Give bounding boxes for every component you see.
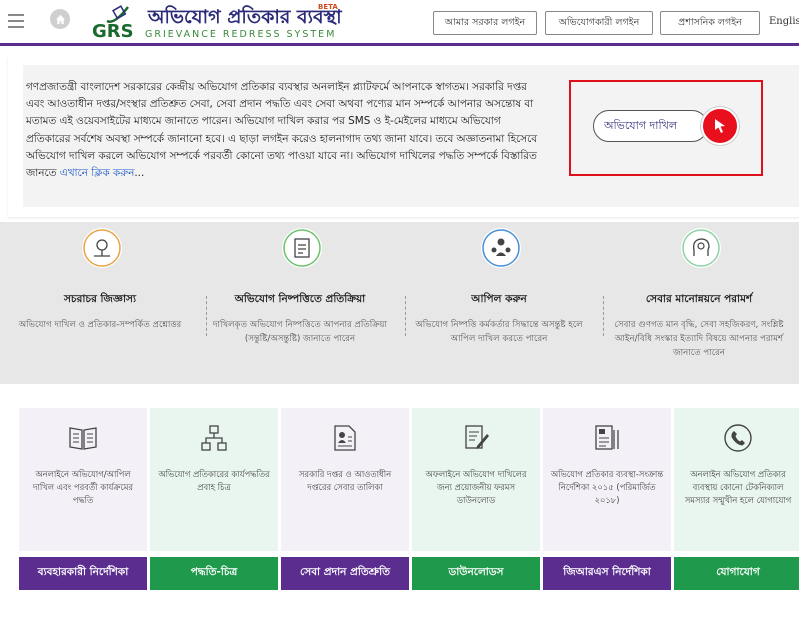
home-icon[interactable]	[50, 9, 70, 29]
lightbulb-head-icon	[681, 228, 721, 268]
card-user-guide[interactable]: অনলাইনে অভিযোগ/আপিল দাখিল এবং পরবর্তী কা…	[19, 408, 147, 590]
card-desc: অনলাইন অভিযোগ প্রতিকার ব্যবস্থায় কোনো ট…	[684, 469, 792, 505]
phone-icon	[720, 420, 756, 456]
service-appeal[interactable]: আপিল করুন অভিযোগ নিষ্পত্তি কর্মকর্তার সি…	[399, 222, 599, 384]
cursor-pointer-icon[interactable]	[701, 107, 739, 145]
card-desc: সরকারি দপ্তর ও আওতাধীন দপ্তরের সেবার তাল…	[298, 469, 392, 492]
flowchart-icon	[196, 420, 232, 456]
service-faq[interactable]: সচরাচর জিজ্ঞাস্য অভিযোগ দাখিল ও প্রতিকার…	[0, 222, 200, 384]
top-header: GRS অভিযোগ প্রতিকার ব্যবস্থা GRIEVANCE R…	[0, 0, 799, 46]
form-edit-icon	[458, 420, 494, 456]
service-suggestion[interactable]: সেবার মানোন্নয়নে পরামর্শ সেবার গুণগত মা…	[599, 222, 799, 384]
map-pin-icon	[82, 228, 122, 268]
welcome-link-suffix: ...	[134, 167, 145, 180]
submit-complaint-highlight: অভিযোগ দাখিল	[569, 80, 763, 176]
service-title: আপিল করুন	[471, 293, 527, 305]
card-desc: অনলাইনে অভিযোগ/আপিল দাখিল এবং পরবর্তী কা…	[33, 469, 133, 505]
grs-guideline-button[interactable]: জিআরএস নির্দেশিকা	[543, 557, 671, 590]
service-desc: অভিযোগ দাখিল ও প্রতিকার-সম্পর্কিত প্রশ্ন…	[18, 320, 182, 330]
welcome-click-here-link[interactable]: এখানে ক্লিক করুন	[60, 167, 135, 179]
service-title: অভিযোগ নিষ্পত্তিতে প্রতিক্রিয়া	[234, 293, 366, 305]
appeal-people-icon	[481, 228, 521, 268]
admin-login-button[interactable]: প্রশাসনিক লগইন	[660, 11, 760, 35]
language-toggle[interactable]: English	[769, 16, 799, 27]
amar-sarkar-login-button[interactable]: আমার সরকার লগইন	[433, 11, 537, 35]
hamburger-menu-icon[interactable]	[8, 14, 24, 28]
resource-cards: অনলাইনে অভিযোগ/আপিল দাখিল এবং পরবর্তী কা…	[0, 396, 799, 592]
welcome-text: গণপ্রজাতন্ত্রী বাংলাদেশ সরকারের কেন্দ্রী…	[26, 79, 544, 182]
logo-grs-text: GRS	[92, 21, 134, 42]
card-downloads[interactable]: অফলাইনে অভিযোগ দাখিলের জন্য প্রয়োজনীয় …	[412, 408, 540, 590]
service-desc: সেবার গুণগত মান বৃদ্ধি, সেবা সহজিকরণ, সং…	[614, 320, 784, 358]
user-guide-button[interactable]: ব্যবহারকারী নির্দেশিকা	[19, 557, 147, 590]
beta-badge: BETA	[318, 3, 338, 11]
service-desc: অভিযোগ নিষ্পত্তি কর্মকর্তার সিদ্ধান্তে অ…	[415, 320, 583, 344]
service-desc: দাখিলকৃত অভিযোগ নিষ্পত্তিতে আপনার প্রতিক…	[213, 320, 387, 344]
card-body: সরকারি দপ্তর ও আওতাধীন দপ্তরের সেবার তাল…	[281, 408, 409, 551]
card-body: অভিযোগ প্রতিকার ব্যবস্থা-সংক্রান্ত নির্দ…	[543, 408, 671, 551]
book-icon	[65, 420, 101, 456]
service-title: সচরাচর জিজ্ঞাস্য	[64, 293, 136, 305]
citizen-charter-button[interactable]: সেবা প্রদান প্রতিশ্রুতি	[281, 557, 409, 590]
services-band: সচরাচর জিজ্ঞাস্য অভিযোগ দাখিল ও প্রতিকার…	[0, 222, 799, 384]
card-citizen-charter[interactable]: সরকারি দপ্তর ও আওতাধীন দপ্তরের সেবার তাল…	[281, 408, 409, 590]
service-feedback[interactable]: অভিযোগ নিষ্পত্তিতে প্রতিক্রিয়া দাখিলকৃত…	[200, 222, 400, 384]
guideline-document-icon	[589, 420, 625, 456]
document-user-icon	[327, 420, 363, 456]
process-flow-button[interactable]: পদ্ধতি-চিত্র	[150, 557, 278, 590]
grs-logo[interactable]: GRS অভিযোগ প্রতিকার ব্যবস্থা GRIEVANCE R…	[92, 3, 352, 43]
logo-subtitle: GRIEVANCE REDRESS SYSTEM	[145, 29, 337, 40]
submit-complaint-button[interactable]: অভিযোগ দাখিল	[593, 110, 708, 142]
service-title: সেবার মানোন্নয়নে পরামর্শ	[645, 293, 753, 305]
card-contact[interactable]: অনলাইন অভিযোগ প্রতিকার ব্যবস্থায় কোনো ট…	[674, 408, 799, 590]
card-desc: অফলাইনে অভিযোগ দাখিলের জন্য প্রয়োজনীয় …	[425, 469, 527, 505]
card-body: অনলাইনে অভিযোগ/আপিল দাখিল এবং পরবর্তী কা…	[19, 408, 147, 551]
card-desc: অভিযোগ প্রতিকার ব্যবস্থা-সংক্রান্ত নির্দ…	[550, 469, 664, 505]
card-body: অফলাইনে অভিযোগ দাখিলের জন্য প্রয়োজনীয় …	[412, 408, 540, 551]
card-body: অনলাইন অভিযোগ প্রতিকার ব্যবস্থায় কোনো ট…	[674, 408, 799, 551]
card-grs-guideline[interactable]: অভিযোগ প্রতিকার ব্যবস্থা-সংক্রান্ত নির্দ…	[543, 408, 671, 590]
card-process-flow[interactable]: অভিযোগ প্রতিকারের কার্যপদ্ধতির প্রবাহ চি…	[150, 408, 278, 590]
contact-button[interactable]: যোগাযোগ	[674, 557, 799, 590]
complainant-login-button[interactable]: অভিযোগকারী লগইন	[545, 11, 653, 35]
downloads-button[interactable]: ডাউনলোডস	[412, 557, 540, 590]
card-desc: অভিযোগ প্রতিকারের কার্যপদ্ধতির প্রবাহ চি…	[158, 469, 270, 492]
card-body: অভিযোগ প্রতিকারের কার্যপদ্ধতির প্রবাহ চি…	[150, 408, 278, 551]
welcome-body: গণপ্রজাতন্ত্রী বাংলাদেশ সরকারের কেন্দ্রী…	[26, 81, 538, 180]
clipboard-icon	[282, 228, 322, 268]
